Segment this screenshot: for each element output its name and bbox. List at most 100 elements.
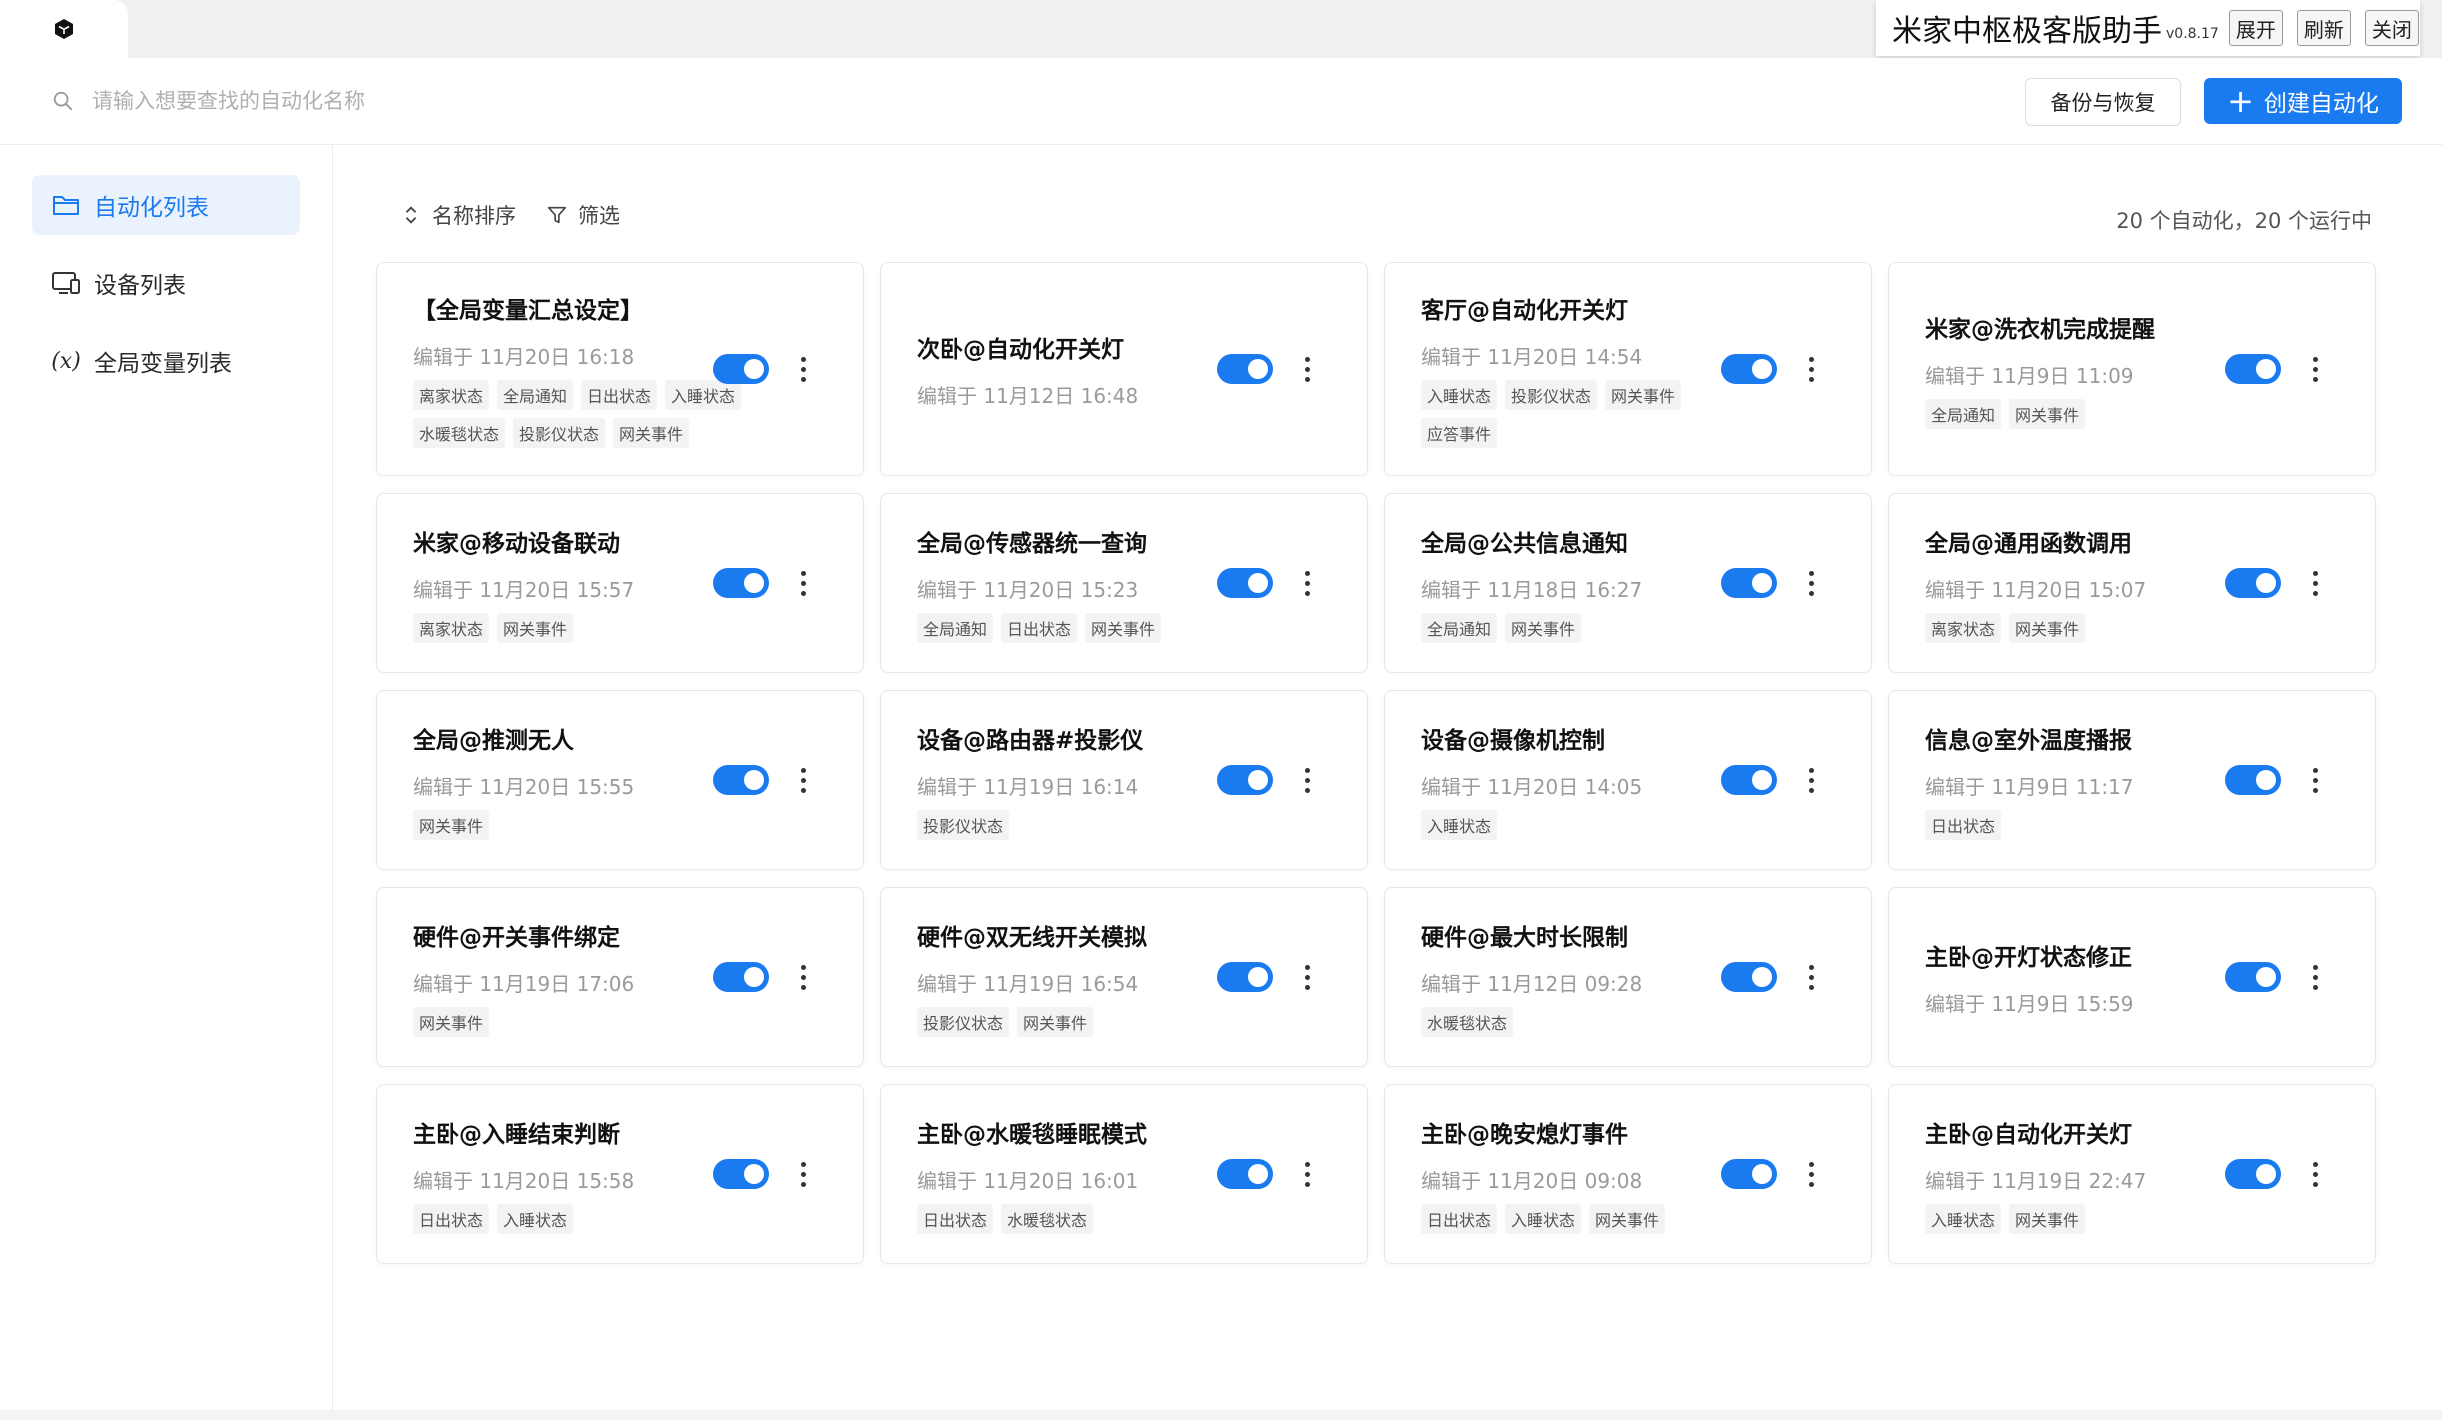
enable-toggle[interactable] — [713, 354, 769, 384]
card-edit-time: 编辑于 11月20日 15:23 — [917, 577, 1139, 602]
card-edit-time: 编辑于 11月20日 14:54 — [1421, 344, 1643, 369]
backup-restore-button[interactable]: 备份与恢复 — [2025, 78, 2181, 126]
more-options-icon[interactable] — [1805, 568, 1817, 598]
automation-card[interactable]: 全局@推测无人 编辑于 11月20日 15:55 网关事件 — [376, 690, 864, 870]
more-options-icon[interactable] — [797, 354, 809, 384]
card-title: 米家@洗衣机完成提醒 — [1925, 316, 2155, 343]
card-tag: 水暖毯状态 — [413, 417, 506, 448]
filter-button[interactable]: 筛选 — [546, 200, 620, 230]
card-tag: 入睡状态 — [665, 379, 742, 410]
card-body: 主卧@晚安熄灯事件 编辑于 11月20日 09:08 日出状态 入睡状态 网关事件 — [1421, 1115, 1751, 1234]
automation-card[interactable]: 【全局变量汇总设定】 编辑于 11月20日 16:18 离家状态 全局通知 日出状态 入睡… — [376, 262, 864, 476]
search-icon — [53, 91, 73, 111]
card-title: 客厅@自动化开关灯 — [1421, 297, 1628, 324]
automation-card[interactable]: 米家@洗衣机完成提醒 编辑于 11月9日 11:09 全局通知 网关事件 — [1888, 262, 2376, 476]
enable-toggle[interactable] — [1721, 765, 1777, 795]
more-options-icon[interactable] — [1301, 1159, 1313, 1189]
card-body: 米家@洗衣机完成提醒 编辑于 11月9日 11:09 全局通知 网关事件 — [1925, 310, 2255, 429]
create-automation-button[interactable]: + 创建自动化 — [2204, 78, 2402, 124]
automation-card[interactable]: 设备@摄像机控制 编辑于 11月20日 14:05 入睡状态 — [1384, 690, 1872, 870]
automation-card[interactable]: 硬件@最大时长限制 编辑于 11月12日 09:28 水暖毯状态 — [1384, 887, 1872, 1067]
card-title: 主卧@水暖毯睡眠模式 — [917, 1121, 1147, 1148]
more-options-icon[interactable] — [1805, 765, 1817, 795]
automation-card[interactable]: 硬件@开关事件绑定 编辑于 11月19日 17:06 网关事件 — [376, 887, 864, 1067]
card-tags: 入睡状态 网关事件 — [1925, 1203, 2255, 1234]
card-tag: 投影仪状态 — [917, 1006, 1010, 1037]
card-edit-time: 编辑于 11月20日 16:18 — [413, 344, 635, 369]
card-body: 主卧@入睡结束判断 编辑于 11月20日 15:58 日出状态 入睡状态 — [413, 1115, 743, 1234]
automation-card[interactable]: 信息@室外温度播报 编辑于 11月9日 11:17 日出状态 — [1888, 690, 2376, 870]
enable-toggle[interactable] — [713, 568, 769, 598]
automation-card[interactable]: 主卧@入睡结束判断 编辑于 11月20日 15:58 日出状态 入睡状态 — [376, 1084, 864, 1264]
sidebar-item-automations[interactable]: 自动化列表 — [32, 175, 300, 235]
enable-toggle[interactable] — [1217, 1159, 1273, 1189]
card-body: 主卧@开灯状态修正 编辑于 11月9日 15:59 — [1925, 938, 2255, 1017]
more-options-icon[interactable] — [1805, 962, 1817, 992]
card-tag: 离家状态 — [413, 379, 490, 410]
enable-toggle[interactable] — [2225, 765, 2281, 795]
automation-card[interactable]: 主卧@自动化开关灯 编辑于 11月19日 22:47 入睡状态 网关事件 — [1888, 1084, 2376, 1264]
sort-button[interactable]: 名称排序 — [400, 200, 516, 230]
card-title: 全局@传感器统一查询 — [917, 530, 1147, 557]
app-tab[interactable] — [0, 0, 128, 58]
card-title: 设备@摄像机控制 — [1421, 727, 1605, 754]
more-options-icon[interactable] — [2309, 1159, 2321, 1189]
more-options-icon[interactable] — [2309, 765, 2321, 795]
automation-card[interactable]: 硬件@双无线开关模拟 编辑于 11月19日 16:54 投影仪状态 网关事件 — [880, 887, 1368, 1067]
enable-toggle[interactable] — [1721, 568, 1777, 598]
more-options-icon[interactable] — [1301, 354, 1313, 384]
close-button[interactable]: 关闭 — [2364, 10, 2419, 46]
more-options-icon[interactable] — [797, 568, 809, 598]
card-title: 设备@路由器#投影仪 — [917, 727, 1144, 754]
enable-toggle[interactable] — [713, 765, 769, 795]
enable-toggle[interactable] — [1721, 354, 1777, 384]
more-options-icon[interactable] — [2309, 962, 2321, 992]
more-options-icon[interactable] — [797, 765, 809, 795]
enable-toggle[interactable] — [2225, 354, 2281, 384]
automation-card[interactable]: 全局@通用函数调用 编辑于 11月20日 15:07 离家状态 网关事件 — [1888, 493, 2376, 673]
card-tags: 离家状态 全局通知 日出状态 入睡状态 水暖毯状态 投影仪状态 网关事件 — [413, 379, 743, 448]
enable-toggle[interactable] — [1217, 962, 1273, 992]
automation-card[interactable]: 设备@路由器#投影仪 编辑于 11月19日 16:14 投影仪状态 — [880, 690, 1368, 870]
enable-toggle[interactable] — [1217, 765, 1273, 795]
more-options-icon[interactable] — [2309, 354, 2321, 384]
automation-card[interactable]: 全局@传感器统一查询 编辑于 11月20日 15:23 全局通知 日出状态 网关事件 — [880, 493, 1368, 673]
automation-card[interactable]: 客厅@自动化开关灯 编辑于 11月20日 14:54 入睡状态 投影仪状态 网关事件 应答… — [1384, 262, 1872, 476]
sidebar-item-global-variables[interactable]: (x) 全局变量列表 — [32, 331, 300, 391]
automation-card[interactable]: 主卧@晚安熄灯事件 编辑于 11月20日 09:08 日出状态 入睡状态 网关事件 — [1384, 1084, 1872, 1264]
card-title: 全局@推测无人 — [413, 727, 574, 754]
card-title: 主卧@晚安熄灯事件 — [1421, 1121, 1628, 1148]
card-body: 全局@公共信息通知 编辑于 11月18日 16:27 全局通知 网关事件 — [1421, 524, 1751, 643]
card-tags: 网关事件 — [413, 1006, 743, 1037]
more-options-icon[interactable] — [797, 962, 809, 992]
more-options-icon[interactable] — [1301, 962, 1313, 992]
expand-button[interactable]: 展开 — [2228, 10, 2283, 46]
enable-toggle[interactable] — [2225, 568, 2281, 598]
automation-card[interactable]: 次卧@自动化开关灯 编辑于 11月12日 16:48 — [880, 262, 1368, 476]
more-options-icon[interactable] — [1805, 354, 1817, 384]
enable-toggle[interactable] — [713, 1159, 769, 1189]
enable-toggle[interactable] — [2225, 1159, 2281, 1189]
enable-toggle[interactable] — [713, 962, 769, 992]
automation-card[interactable]: 主卧@开灯状态修正 编辑于 11月9日 15:59 — [1888, 887, 2376, 1067]
enable-toggle[interactable] — [1721, 962, 1777, 992]
enable-toggle[interactable] — [1721, 1159, 1777, 1189]
sidebar-item-devices[interactable]: 设备列表 — [32, 253, 300, 313]
enable-toggle[interactable] — [1217, 354, 1273, 384]
automation-card[interactable]: 全局@公共信息通知 编辑于 11月18日 16:27 全局通知 网关事件 — [1384, 493, 1872, 673]
more-options-icon[interactable] — [1301, 568, 1313, 598]
enable-toggle[interactable] — [1217, 568, 1273, 598]
more-options-icon[interactable] — [797, 1159, 809, 1189]
refresh-button[interactable]: 刷新 — [2296, 10, 2351, 46]
card-tags: 日出状态 — [1925, 809, 2255, 840]
enable-toggle[interactable] — [2225, 962, 2281, 992]
more-options-icon[interactable] — [1805, 1159, 1817, 1189]
automation-card[interactable]: 米家@移动设备联动 编辑于 11月20日 15:57 离家状态 网关事件 — [376, 493, 864, 673]
automation-card[interactable]: 主卧@水暖毯睡眠模式 编辑于 11月20日 16:01 日出状态 水暖毯状态 — [880, 1084, 1368, 1264]
automation-grid: 【全局变量汇总设定】 编辑于 11月20日 16:18 离家状态 全局通知 日出状态 入睡… — [376, 262, 2378, 1264]
more-options-icon[interactable] — [1301, 765, 1313, 795]
card-edit-time: 编辑于 11月20日 14:05 — [1421, 774, 1643, 799]
more-options-icon[interactable] — [2309, 568, 2321, 598]
card-tag: 网关事件 — [1017, 1006, 1094, 1037]
search-input[interactable] — [90, 88, 594, 114]
